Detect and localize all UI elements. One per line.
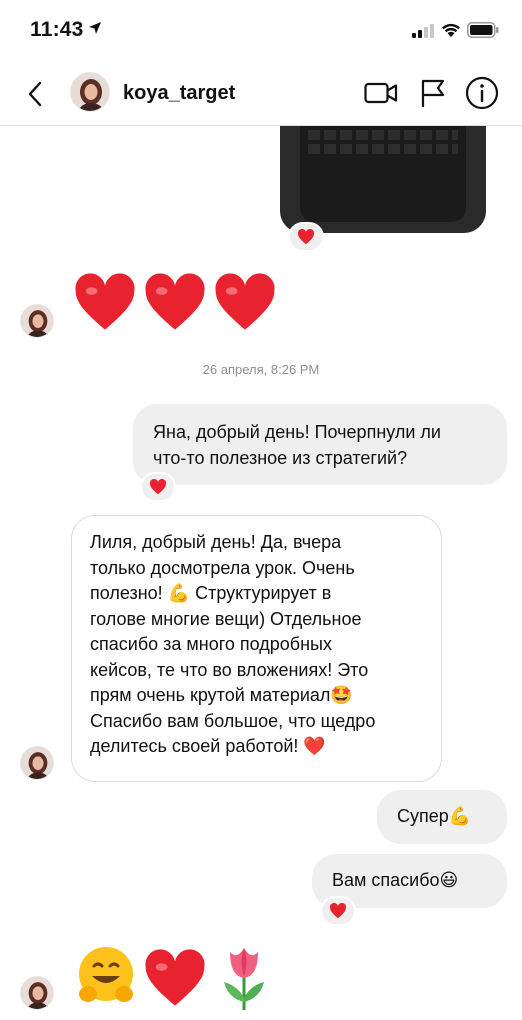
cellular-signal-icon: [412, 24, 434, 38]
sender-avatar[interactable]: [20, 746, 54, 780]
heart-reaction[interactable]: [320, 896, 356, 926]
location-arrow-icon: [89, 22, 101, 34]
heart-reaction[interactable]: [140, 472, 176, 502]
sender-avatar[interactable]: [20, 976, 54, 1010]
contact-avatar[interactable]: [70, 72, 110, 112]
status-bar: 11:43: [0, 0, 522, 62]
message-timestamp: 26 апреля, 8:26 PM: [202, 362, 320, 377]
video-call-icon[interactable]: [364, 78, 398, 108]
message-text: Яна, добрый день! Почерпнули ли что-то п…: [153, 422, 441, 468]
keyboard-keys: [308, 130, 458, 140]
battery-icon: [467, 22, 499, 38]
red-heart-icon: [149, 479, 167, 495]
keyboard-keys: [308, 144, 458, 154]
image-content: [300, 126, 466, 222]
status-time: 11:43: [30, 18, 84, 41]
back-chevron-icon[interactable]: [22, 78, 50, 110]
flag-icon[interactable]: [419, 77, 447, 109]
outgoing-message[interactable]: Супер💪: [377, 790, 507, 844]
contact-username[interactable]: koya_target: [123, 82, 235, 105]
info-icon[interactable]: [465, 76, 499, 110]
heart-reaction[interactable]: [288, 222, 324, 252]
red-heart-icon: [145, 273, 205, 330]
red-heart-icon: [215, 273, 275, 330]
red-heart-icon: [329, 903, 347, 919]
wifi-icon: [442, 23, 460, 37]
outgoing-message[interactable]: Яна, добрый день! Почерпнули ли что-то п…: [133, 404, 507, 485]
red-heart-icon: [297, 229, 315, 245]
shared-image-message[interactable]: [280, 126, 486, 233]
message-text: Лиля, добрый день! Да, вчера только досм…: [90, 532, 376, 756]
tulip-icon: [224, 948, 264, 1010]
chat-header: koya_target: [0, 62, 522, 126]
hugging-face-icon: [79, 947, 133, 1002]
red-heart-icon: [75, 273, 135, 330]
sender-avatar[interactable]: [20, 304, 54, 338]
incoming-message[interactable]: Лиля, добрый день! Да, вчера только досм…: [71, 515, 442, 782]
message-text: Вам спасибо😃: [332, 870, 459, 890]
red-heart-icon: [145, 949, 205, 1006]
message-text: Супер💪: [397, 806, 472, 826]
